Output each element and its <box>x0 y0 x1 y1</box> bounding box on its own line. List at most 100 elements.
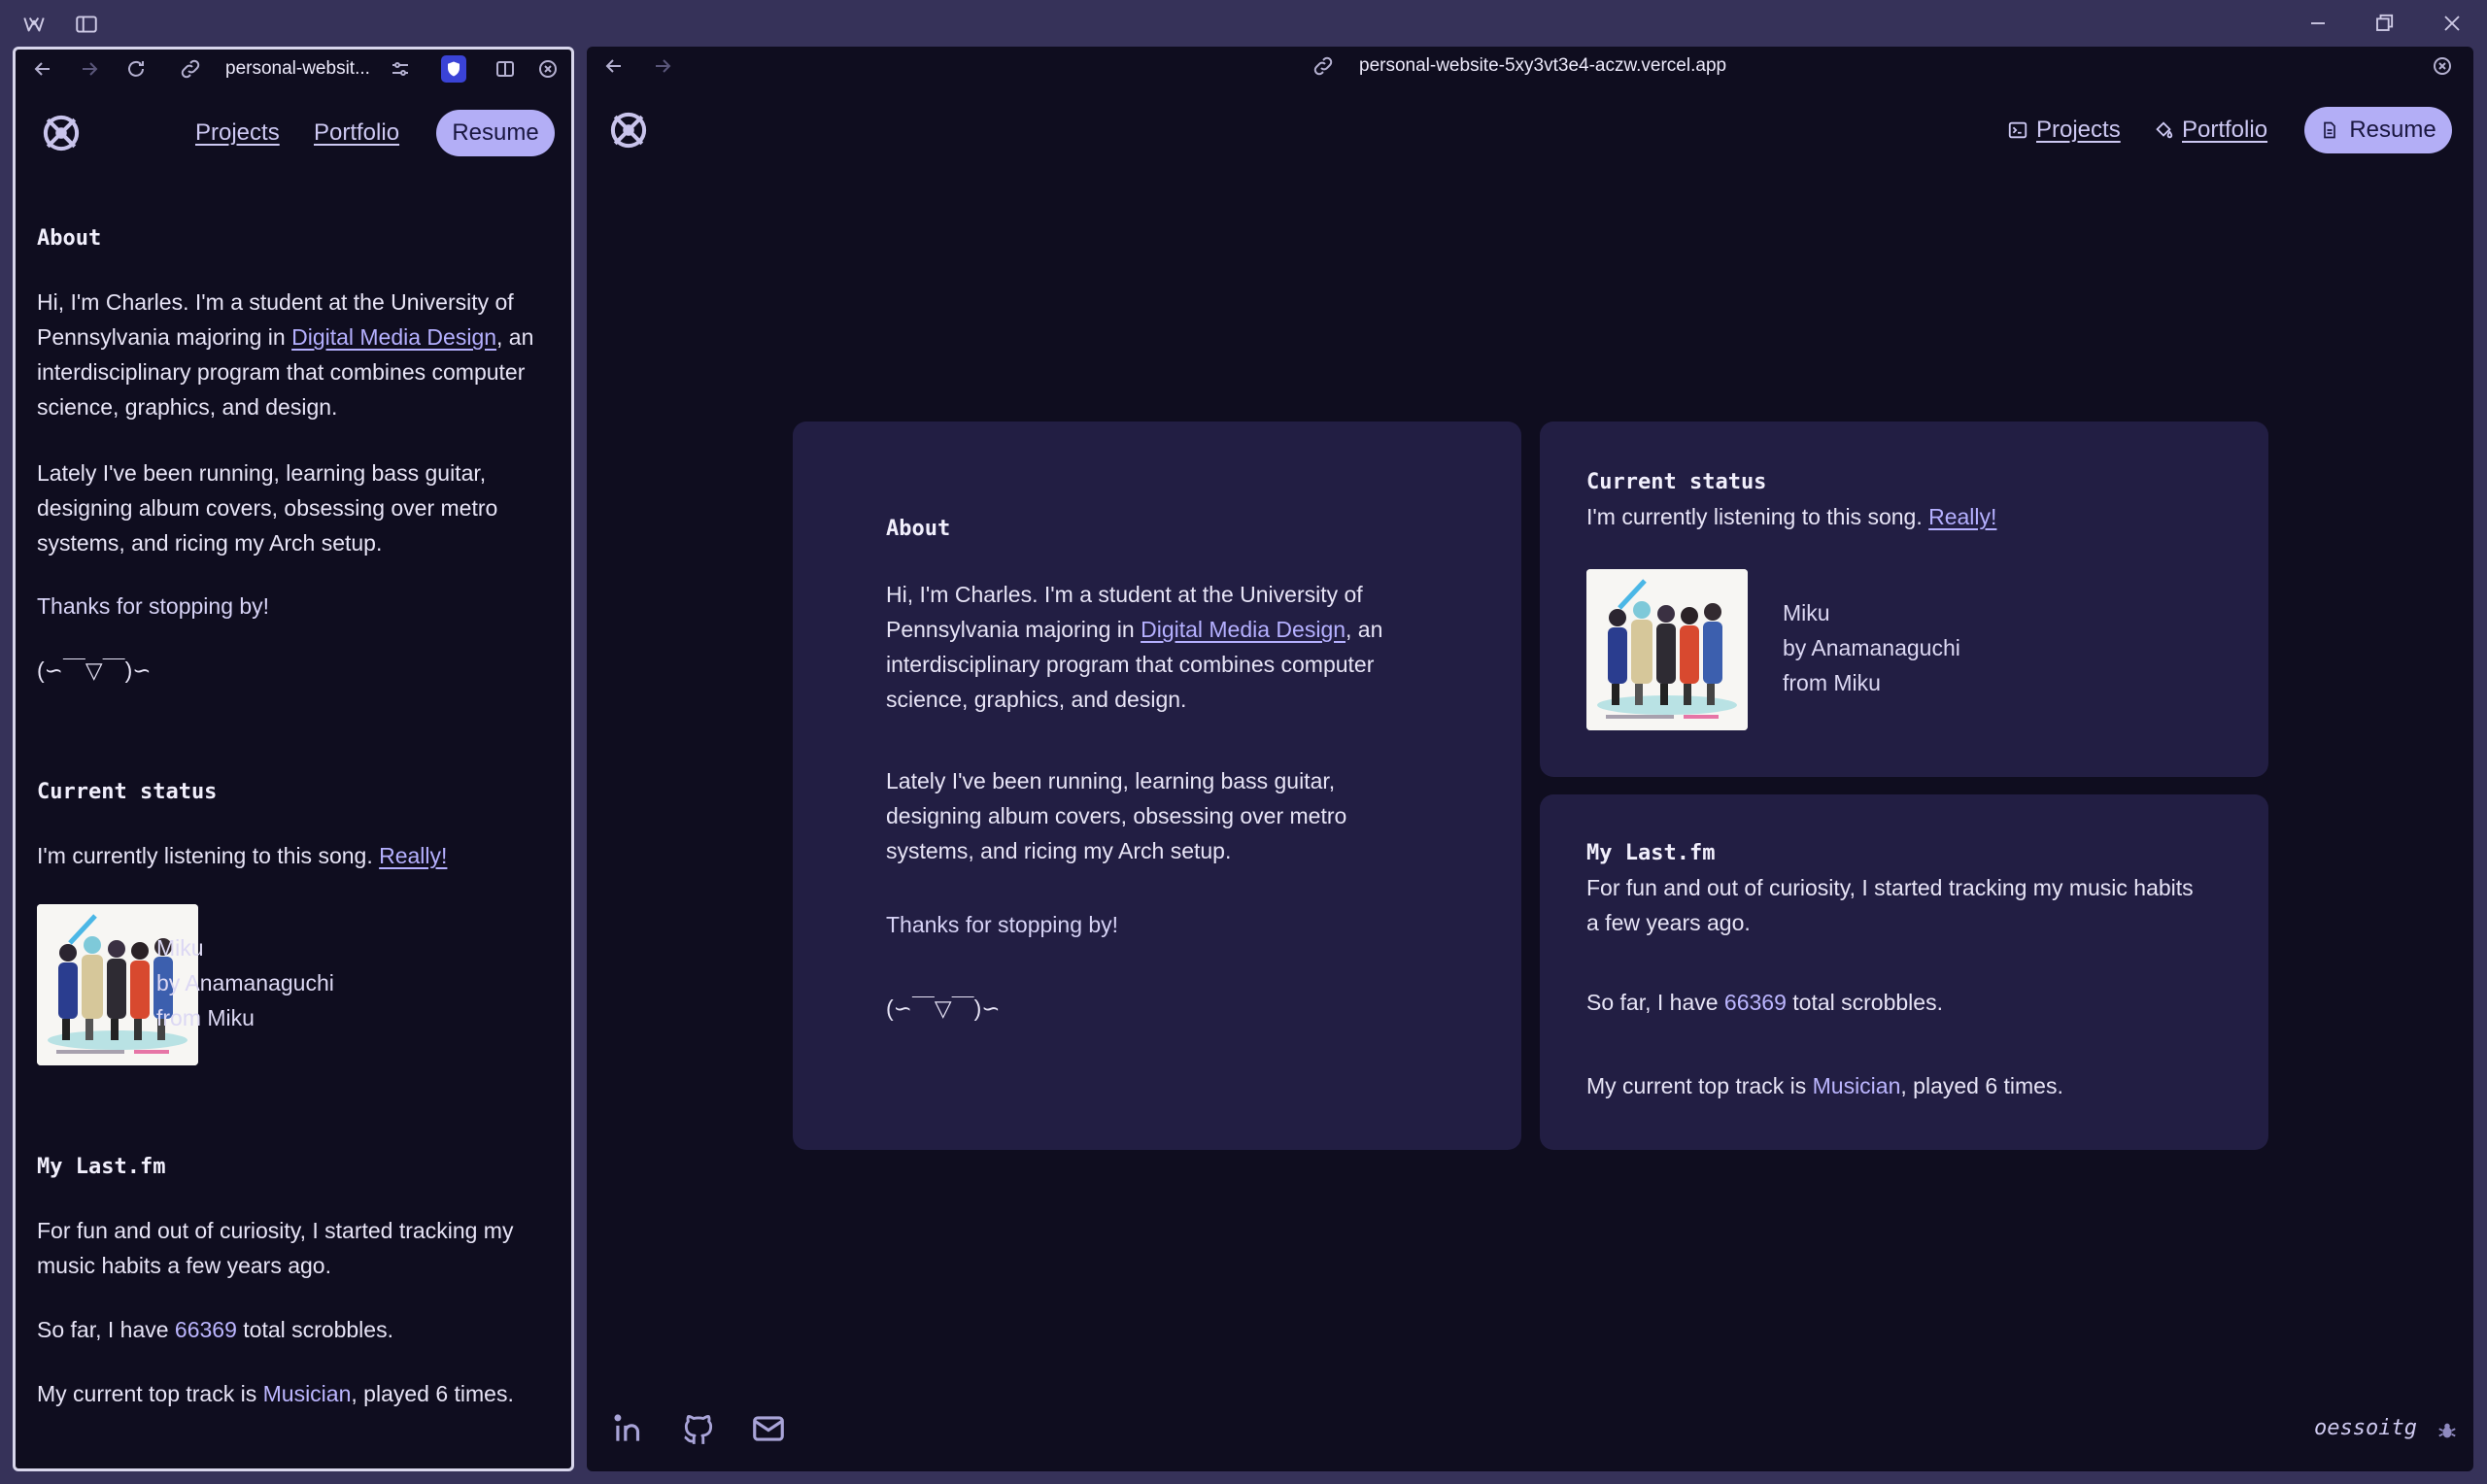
about-paragraph-1: Hi, I'm Charles. I'm a student at the Un… <box>886 577 1430 717</box>
status-text: I'm currently listening to this song. Re… <box>37 838 447 873</box>
status-text-body: I'm currently listening to this song. <box>37 843 380 868</box>
mail-icon[interactable] <box>750 1410 787 1447</box>
scrobble-count: 66369 <box>174 1317 237 1342</box>
document-icon <box>2324 121 2336 139</box>
minimize-icon[interactable] <box>2304 10 2332 37</box>
left-split-view: personal-websit... Projects Portfolio Re… <box>13 47 574 1471</box>
footer-signature: oessoitg <box>2314 1416 2417 1440</box>
track-artist: by Anamanaguchi <box>156 970 334 996</box>
really-link[interactable]: Really! <box>379 843 447 868</box>
kaomoji: (∽￣▽￣)∽ <box>886 995 1001 1021</box>
resume-button[interactable]: Resume <box>2304 107 2452 153</box>
artist-prefix: by <box>1783 635 1812 660</box>
artist-name: Anamanaguchi <box>185 970 334 995</box>
left-url-text[interactable]: personal-websit... <box>225 58 370 80</box>
lastfm-paragraph-1: For fun and out of curiosity, I started … <box>1586 875 2194 935</box>
resume-button-label: Resume <box>452 119 539 146</box>
album-name: Miku <box>207 1005 255 1030</box>
status-text-body: I'm currently listening to this song. <box>1586 504 1929 529</box>
nav-portfolio-link[interactable]: Portfolio <box>314 119 399 147</box>
status-heading: Current status <box>37 780 218 804</box>
left-address-bar: personal-websit... <box>16 50 571 88</box>
about-paragraph-1: Hi, I'm Charles. I'm a student at the Un… <box>37 285 566 424</box>
close-window-icon[interactable] <box>2438 10 2466 37</box>
track-artist: by Anamanaguchi <box>1783 635 1960 661</box>
resume-button-label: Resume <box>2349 117 2436 143</box>
album-prefix: from <box>1783 670 1834 695</box>
top-track-prefix: My current top track is <box>1586 1073 1813 1098</box>
scrobbles-prefix: So far, I have <box>1586 990 1724 1015</box>
status-heading: Current status <box>1586 470 1767 494</box>
top-track-suffix: , played 6 times. <box>1900 1073 2063 1098</box>
artist-prefix: by <box>156 970 186 995</box>
resume-button[interactable]: Resume <box>436 110 555 156</box>
restore-icon[interactable] <box>2370 10 2398 37</box>
link-icon[interactable] <box>179 57 202 81</box>
extension-shield-icon[interactable] <box>441 55 466 83</box>
about-heading: About <box>37 226 102 251</box>
lastfm-top-track: My current top track is Musician, played… <box>37 1376 514 1411</box>
artist-name: Anamanaguchi <box>1811 635 1960 660</box>
sidebar-toggle-icon[interactable] <box>74 12 99 37</box>
track-album: from Miku <box>156 1005 255 1031</box>
track-album: from Miku <box>1783 670 1881 696</box>
browser-title-bar <box>0 0 2487 47</box>
digital-media-design-link[interactable]: Digital Media Design <box>1141 617 1346 642</box>
lastfm-heading: My Last.fm <box>1586 841 1716 865</box>
top-track-prefix: My current top track is <box>37 1381 263 1406</box>
album-name: Miku <box>1833 670 1881 695</box>
forward-arrow-icon[interactable] <box>651 54 674 78</box>
back-arrow-icon[interactable] <box>602 54 626 78</box>
forward-arrow-icon[interactable] <box>78 57 101 81</box>
nav-projects-link[interactable]: Projects <box>195 119 280 147</box>
split-view-icon[interactable] <box>494 57 517 81</box>
digital-media-design-link[interactable]: Digital Media Design <box>291 324 496 350</box>
link-icon[interactable] <box>1312 54 1335 78</box>
nav-portfolio-label: Portfolio <box>2182 117 2268 143</box>
right-address-bar: personal-website-5xy3vt3e4-aczw.vercel.a… <box>587 47 2473 85</box>
site-settings-icon[interactable] <box>389 57 412 81</box>
linkedin-icon[interactable] <box>610 1410 647 1447</box>
album-prefix: from <box>156 1005 208 1030</box>
lastfm-top-track: My current top track is Musician, played… <box>1586 1068 2063 1103</box>
scrobble-count: 66369 <box>1723 990 1787 1015</box>
lastfm-card: My Last.fm For fun and out of curiosity,… <box>1540 794 2268 1150</box>
top-track-name: Musician <box>1812 1073 1901 1098</box>
lastfm-scrobbles: So far, I have 66369 total scrobbles. <box>1586 985 1943 1020</box>
about-thanks: Thanks for stopping by! <box>37 593 270 619</box>
site-logo-icon[interactable] <box>39 111 84 155</box>
about-thanks: Thanks for stopping by! <box>886 912 1119 937</box>
status-card: Current status I'm currently listening t… <box>1540 422 2268 777</box>
lastfm-heading: My Last.fm <box>37 1155 166 1179</box>
paint-bucket-icon <box>2156 121 2173 139</box>
about-paragraph-2: Lately I've been running, learning bass … <box>886 768 1347 863</box>
browser-logo-icon[interactable] <box>21 12 47 37</box>
nav-portfolio-link[interactable]: Portfolio <box>2153 117 2267 144</box>
track-title: Miku <box>156 935 204 961</box>
nav-projects-label: Projects <box>2036 117 2121 143</box>
about-card: About Hi, I'm Charles. I'm a student at … <box>793 422 1521 1150</box>
back-arrow-icon[interactable] <box>31 57 54 81</box>
close-tab-icon[interactable] <box>2431 54 2454 78</box>
right-url-text[interactable]: personal-website-5xy3vt3e4-aczw.vercel.a… <box>1359 55 1726 77</box>
terminal-icon <box>2008 121 2027 139</box>
top-track-suffix: , played 6 times. <box>351 1381 514 1406</box>
about-paragraph-2: Lately I've been running, learning bass … <box>37 460 498 556</box>
site-logo-icon[interactable] <box>606 108 651 152</box>
close-tab-icon[interactable] <box>536 57 560 81</box>
really-link[interactable]: Really! <box>1928 504 1996 529</box>
scrobbles-prefix: So far, I have <box>37 1317 175 1342</box>
right-split-view: personal-website-5xy3vt3e4-aczw.vercel.a… <box>587 47 2473 1471</box>
about-heading: About <box>886 517 951 541</box>
scrobbles-suffix: total scrobbles. <box>236 1317 393 1342</box>
track-title: Miku <box>1783 600 1830 625</box>
scrobbles-suffix: total scrobbles. <box>1786 990 1943 1015</box>
album-art[interactable] <box>1586 569 1748 730</box>
github-icon[interactable] <box>680 1410 717 1447</box>
kaomoji: (∽￣▽￣)∽ <box>37 658 152 683</box>
reload-icon[interactable] <box>124 57 148 81</box>
bug-icon <box>2436 1420 2458 1441</box>
nav-projects-link[interactable]: Projects <box>2007 117 2121 144</box>
top-track-name: Musician <box>262 1381 352 1406</box>
status-text: I'm currently listening to this song. Re… <box>1586 499 1996 534</box>
